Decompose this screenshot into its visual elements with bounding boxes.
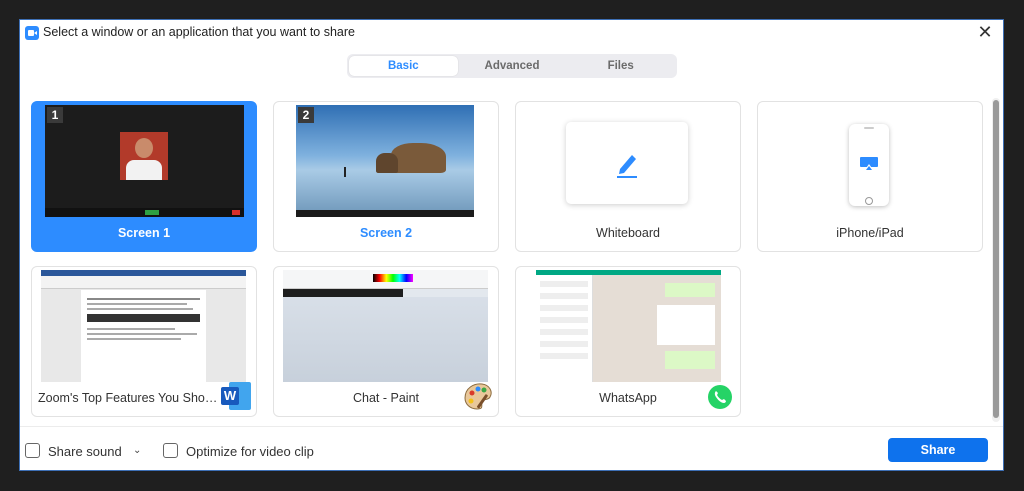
optimize-video-label: Optimize for video clip [186, 444, 314, 459]
whatsapp-icon [708, 385, 732, 409]
tile-screen-2[interactable]: 2 Screen 2 [273, 101, 499, 252]
share-sound-chevron-down-icon[interactable]: ⌄ [133, 445, 141, 456]
tab-advanced[interactable]: Advanced [458, 56, 567, 76]
share-options-grid: 1 Screen 1 2 Screen 2 Whiteboard iPhone/… [20, 96, 990, 426]
screen-number-badge: 1 [47, 107, 63, 123]
tile-label: Screen 1 [117, 226, 171, 240]
word-window-thumbnail [41, 270, 246, 382]
tile-whatsapp[interactable]: WhatsApp [515, 266, 741, 417]
tile-label: Whiteboard [596, 226, 660, 240]
pen-icon [617, 155, 637, 178]
close-button[interactable]: ✕ [975, 22, 995, 42]
paint-window-thumbnail [283, 270, 488, 382]
share-tabs: Basic Advanced Files [347, 54, 677, 78]
phone-preview [849, 124, 889, 206]
scrollbar-thumb[interactable] [993, 100, 999, 418]
screen-1-thumbnail: 1 [45, 105, 244, 217]
footer-divider [20, 426, 1003, 427]
tile-label: Zoom's Top Features You Should... [38, 391, 223, 405]
airplay-icon [860, 157, 878, 171]
tile-paint[interactable]: Chat - Paint [273, 266, 499, 417]
screen-number-badge: 2 [298, 107, 314, 123]
tile-word-document[interactable]: Zoom's Top Features You Should... W [31, 266, 257, 417]
zoom-logo-icon [25, 26, 39, 40]
word-icon: W [221, 382, 251, 410]
tile-label: iPhone/iPad [836, 226, 904, 240]
share-sound-checkbox[interactable] [25, 443, 40, 458]
paint-palette-icon [464, 383, 492, 410]
tile-iphone-ipad[interactable]: iPhone/iPad [757, 101, 983, 252]
tab-basic[interactable]: Basic [349, 56, 458, 76]
window-title: Select a window or an application that y… [43, 25, 355, 39]
vertical-scrollbar[interactable] [992, 98, 1000, 422]
whatsapp-window-thumbnail [536, 270, 721, 382]
tab-files[interactable]: Files [566, 56, 675, 76]
video-participant-image [120, 132, 168, 180]
share-screen-dialog: Select a window or an application that y… [19, 19, 1004, 471]
tile-whiteboard[interactable]: Whiteboard [515, 101, 741, 252]
tile-label: Screen 2 [359, 226, 413, 240]
tile-screen-1[interactable]: 1 Screen 1 [31, 101, 257, 252]
share-sound-label: Share sound [48, 444, 122, 459]
share-button[interactable]: Share [888, 438, 988, 462]
screen-2-thumbnail: 2 [296, 105, 474, 217]
optimize-video-checkbox[interactable] [163, 443, 178, 458]
title-bar: Select a window or an application that y… [20, 20, 1003, 46]
whiteboard-preview [566, 122, 688, 204]
